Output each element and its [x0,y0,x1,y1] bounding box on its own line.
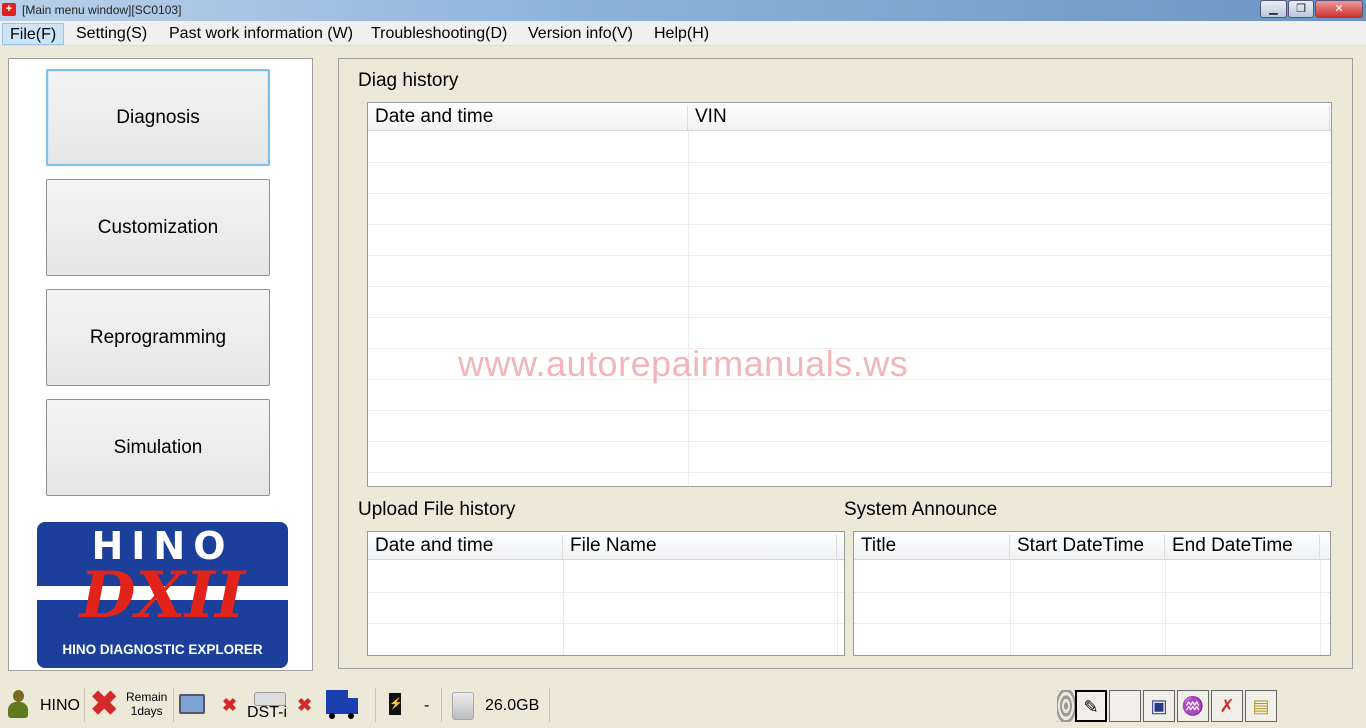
license-remain-label: Remain [126,690,168,704]
diag-history-table[interactable]: Date and time VIN [367,102,1332,487]
save-icon: ▣ [1150,696,1168,716]
license-status: Remain 1days [126,690,167,718]
logo-product: DXII [79,558,246,633]
row-divider [368,317,1331,318]
history-panel: Diag history Date and time VIN Upload Fi… [338,58,1353,669]
app-icon: + [2,3,16,16]
divider [173,688,174,722]
chart-icon: ♒ [1181,696,1205,716]
column-divider [1010,560,1011,655]
reprogramming-button[interactable]: Reprogramming [46,289,270,386]
toolbar-grip[interactable] [1057,690,1075,722]
menu-version-info[interactable]: Version info(V) [521,23,640,45]
folder-icon: ▤ [1252,696,1270,716]
column-divider [688,131,689,486]
divider [549,688,550,722]
delete-tool-button[interactable]: ✗ [1211,690,1243,722]
row-divider [368,379,1331,380]
folder-tool-button[interactable]: ▤ [1245,690,1277,722]
diag-history-title: Diag history [358,70,459,91]
table-header: Date and time VIN [368,103,1331,131]
column-end-datetime[interactable]: End DateTime [1165,535,1320,559]
menu-troubleshooting[interactable]: Troubleshooting(D) [364,23,514,45]
table-header: Date and time File Name [368,532,844,560]
column-date-time[interactable]: Date and time [368,106,688,130]
row-divider [368,224,1331,225]
row-divider [368,162,1331,163]
divider [441,688,442,722]
row-divider [368,286,1331,287]
column-date-time[interactable]: Date and time [368,535,563,559]
battery-icon: ⚡ [389,693,403,715]
row-divider [368,348,1331,349]
license-error-icon: ✖ [90,685,119,723]
simulation-button[interactable]: Simulation [46,399,270,496]
column-divider [1165,560,1166,655]
logo-tagline: HINO DIAGNOSTIC EXPLORER [62,642,263,657]
row-divider [854,592,1330,593]
menu-file[interactable]: File(F) [2,23,65,45]
menu-setting[interactable]: Setting(S) [69,23,154,45]
divider [375,688,376,722]
pc-disconnected-icon: ✖ [222,695,238,715]
row-divider [368,255,1331,256]
battery-status: - [424,697,430,714]
device-disconnected-icon: ✖ [297,695,313,715]
row-divider [368,410,1331,411]
system-announce-title: System Announce [844,499,998,520]
disk-icon [452,692,474,720]
laptop-icon [179,694,205,714]
navigation-panel: Diagnosis Customization Reprogramming Si… [8,58,313,671]
upload-history-title: Upload File history [358,499,516,520]
hino-dx2-logo: HINO DXII HINO DIAGNOSTIC EXPLORER [37,522,288,668]
upload-history-table[interactable]: Date and time File Name [367,531,845,656]
window-title: [Main menu window][SC0103] [22,3,182,17]
delete-icon: ✗ [1219,696,1235,716]
user-icon [8,690,28,718]
save-tool-button[interactable]: ▣ [1143,690,1175,722]
column-start-datetime[interactable]: Start DateTime [1010,535,1165,559]
customization-button[interactable]: Customization [46,179,270,276]
device-name: DST-i [247,704,287,721]
diagnosis-button[interactable]: Diagnosis [46,69,270,166]
column-vin[interactable]: VIN [688,106,1330,130]
truck-icon [326,690,358,720]
chart-tool-button[interactable]: ♒ [1177,690,1209,722]
column-file-name[interactable]: File Name [563,535,837,559]
close-button[interactable]: ✕ [1315,0,1363,18]
edit-tool-button[interactable]: ✎ [1075,690,1107,722]
title-bar: + [Main menu window][SC0103] ▁ ❐ ✕ [0,0,1366,21]
restore-button[interactable]: ❐ [1288,0,1314,18]
system-announce-table[interactable]: Title Start DateTime End DateTime [853,531,1331,656]
row-divider [854,623,1330,624]
pen-icon: ✎ [1083,697,1099,717]
menu-bar: File(F) Setting(S) Past work information… [0,21,1366,46]
column-divider [837,560,838,655]
license-days: 1days [130,704,163,718]
column-divider [563,560,564,655]
row-divider [368,193,1331,194]
column-title[interactable]: Title [854,535,1010,559]
minimize-button[interactable]: ▁ [1260,0,1287,18]
menu-help[interactable]: Help(H) [647,23,716,45]
table-header: Title Start DateTime End DateTime [854,532,1330,560]
menu-past-work[interactable]: Past work information (W) [162,23,360,45]
row-divider [368,592,844,593]
row-divider [368,623,844,624]
user-name: HINO [40,697,80,714]
column-divider [1320,560,1321,655]
divider [84,688,85,722]
row-divider [368,441,1331,442]
tool-button-2[interactable] [1109,690,1141,722]
disk-free-space: 26.0GB [485,697,540,714]
row-divider [368,472,1331,473]
